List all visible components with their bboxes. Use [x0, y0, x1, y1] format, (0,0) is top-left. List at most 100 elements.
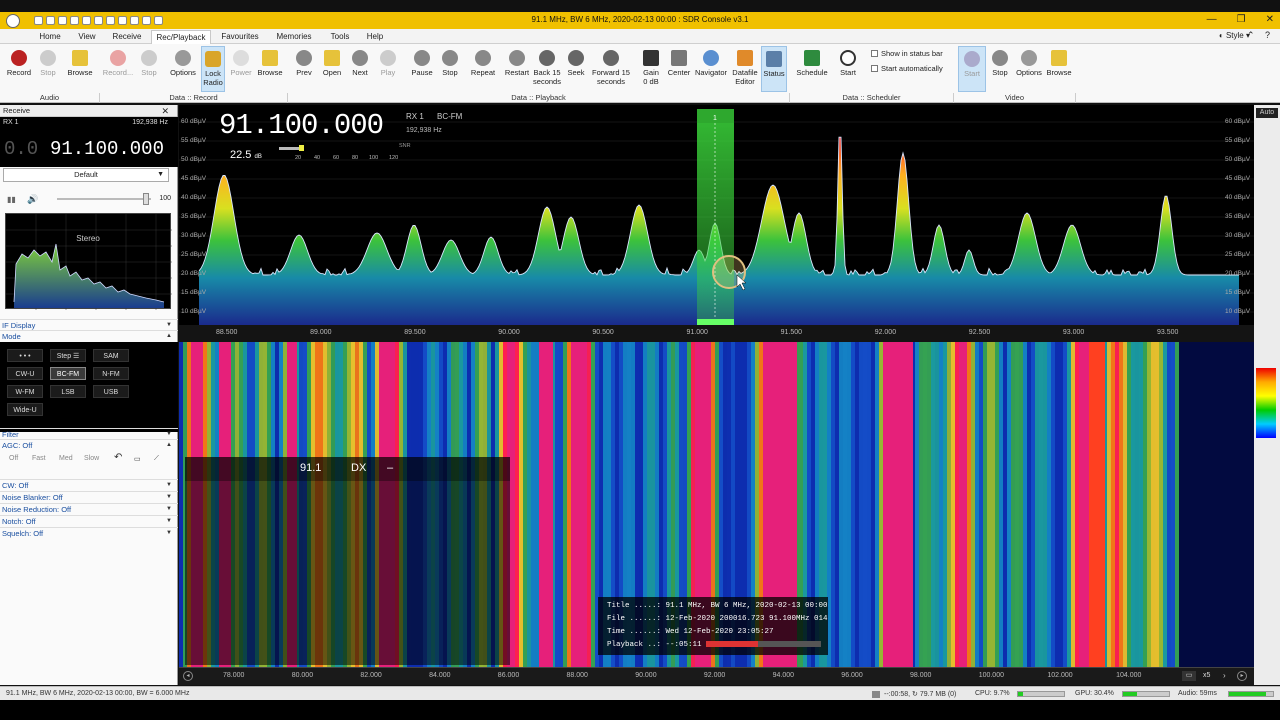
- mode-sam-button[interactable]: SAM: [93, 349, 129, 362]
- mode-more-button[interactable]: • • •: [7, 349, 43, 362]
- close-icon[interactable]: ✕: [161, 105, 169, 117]
- agc-med-button[interactable]: Med: [59, 455, 73, 462]
- close-button[interactable]: ✕: [1266, 14, 1274, 25]
- mode-lsb-button[interactable]: LSB: [50, 385, 86, 398]
- record-icon[interactable]: [106, 16, 115, 25]
- maximize-button[interactable]: ❐: [1237, 14, 1246, 25]
- playback-progress-bar[interactable]: [706, 641, 822, 648]
- mode-n-fm-button[interactable]: N-FM: [93, 367, 129, 380]
- data-record-button[interactable]: Record...: [102, 46, 134, 92]
- video-stop-button[interactable]: Stop: [988, 46, 1012, 92]
- video-start-button[interactable]: Start: [958, 46, 986, 92]
- tab-favourites[interactable]: Favourites: [216, 30, 264, 44]
- tab-view[interactable]: View: [72, 30, 102, 44]
- playback-stop-button[interactable]: Stop: [438, 46, 462, 92]
- style-menu[interactable]: ◐ Style ▾: [1219, 31, 1250, 40]
- waterfall-frequency-scale[interactable]: ◂ 78.000 80.000 82.000 84.000 86.000 88.000 90…: [179, 667, 1254, 685]
- mode-bc-fm-button[interactable]: BC-FM: [50, 367, 86, 380]
- pause-button[interactable]: Pause: [408, 46, 436, 92]
- navigator-button[interactable]: Navigator: [693, 46, 729, 92]
- zoom-level[interactable]: x5: [1203, 672, 1210, 679]
- preset-select[interactable]: Default ▼: [3, 168, 169, 182]
- grid-icon[interactable]: [142, 16, 151, 25]
- tab-home[interactable]: Home: [34, 30, 66, 44]
- datafile-editor-button[interactable]: Datafile Editor: [730, 46, 760, 92]
- center-button[interactable]: Center: [666, 46, 692, 92]
- mode-step-button[interactable]: Step ☰: [50, 349, 86, 362]
- back-15-button[interactable]: Back 15 seconds: [532, 46, 562, 92]
- auto-scale-button[interactable]: Auto: [1256, 108, 1278, 118]
- stop-icon[interactable]: [70, 16, 79, 25]
- undo-icon[interactable]: [154, 16, 163, 25]
- start-automatically-checkbox[interactable]: Start automatically: [871, 64, 943, 73]
- mode-cw-u-button[interactable]: CW-U: [7, 367, 43, 380]
- squelch-section[interactable]: Squelch: Off ▼: [0, 527, 178, 538]
- agc-section[interactable]: AGC: Off ▲: [0, 439, 178, 450]
- scroll-left-icon[interactable]: ◂: [183, 671, 193, 681]
- app-logo-icon[interactable]: [0, 12, 26, 29]
- data-record-options-button[interactable]: Options: [168, 46, 198, 92]
- data-record-browse-button[interactable]: Browse: [255, 46, 285, 92]
- globe-icon[interactable]: [82, 16, 91, 25]
- tab-memories[interactable]: Memories: [270, 30, 318, 44]
- if-display-section[interactable]: IF Display ▼: [0, 319, 178, 330]
- mode-section[interactable]: Mode ▲: [0, 330, 178, 341]
- vfo-display[interactable]: RX 1 192,938 Hz 0.0 91.100.000: [0, 117, 178, 167]
- forward-15-button[interactable]: Forward 15 seconds: [590, 46, 632, 92]
- show-in-status-bar-checkbox[interactable]: Show in status bar: [871, 49, 943, 58]
- cw-section[interactable]: CW: Off ▼: [0, 479, 178, 490]
- waterfall-color-scale[interactable]: [1256, 368, 1276, 438]
- schedule-button[interactable]: Schedule: [796, 46, 828, 92]
- power-button[interactable]: Power: [228, 46, 254, 92]
- agc-off-button[interactable]: Off: [9, 455, 18, 462]
- agc-fast-button[interactable]: Fast: [32, 455, 46, 462]
- notch-section[interactable]: Notch: Off ▼: [0, 515, 178, 526]
- chevron-right-icon[interactable]: ›: [1223, 671, 1226, 680]
- spectrum-display[interactable]: 1 91.100.000 RX 1 BC-FM 192,938 Hz 22.5 …: [179, 105, 1254, 342]
- scheduler-start-button[interactable]: Start: [835, 46, 861, 92]
- open-button[interactable]: Open: [320, 46, 344, 92]
- next-button[interactable]: Next: [348, 46, 372, 92]
- audio-browse-button[interactable]: Browse: [64, 46, 96, 92]
- volume-slider[interactable]: [57, 198, 151, 200]
- settings-icon[interactable]: [46, 16, 55, 25]
- mode-wide-u-button[interactable]: Wide-U: [7, 403, 43, 416]
- home-icon[interactable]: [34, 16, 43, 25]
- tab-rec-playback[interactable]: Rec/Playback: [151, 30, 211, 44]
- minimize-button[interactable]: —: [1207, 14, 1217, 25]
- spectrum-frequency-readout[interactable]: 91.100.000: [219, 109, 384, 142]
- frequency-readout[interactable]: 91.100.000: [50, 138, 164, 160]
- prev-button[interactable]: Prev: [292, 46, 316, 92]
- tab-tools[interactable]: Tools: [325, 30, 355, 44]
- noise-blanker-section[interactable]: Noise Blanker: Off ▼: [0, 491, 178, 502]
- gain-button[interactable]: Gain 0 dB: [638, 46, 664, 92]
- agc-slow-button[interactable]: Slow: [84, 455, 99, 462]
- graph-icon[interactable]: ⟋: [154, 455, 159, 463]
- audio-stop-button[interactable]: Stop: [34, 46, 62, 92]
- data-record-stop-button[interactable]: Stop: [136, 46, 162, 92]
- star-icon[interactable]: [94, 16, 103, 25]
- filter-section[interactable]: Filter ▼: [0, 428, 178, 439]
- tab-receive[interactable]: Receive: [108, 30, 146, 44]
- repeat-button[interactable]: Repeat: [468, 46, 498, 92]
- lock-radio-button[interactable]: Lock Radio: [201, 46, 225, 92]
- undo-icon[interactable]: ↶: [114, 452, 122, 463]
- restart-button[interactable]: Restart: [502, 46, 532, 92]
- level-icon[interactable]: ▭: [134, 455, 141, 463]
- mode-w-fm-button[interactable]: W-FM: [7, 385, 43, 398]
- audio-record-button[interactable]: Record: [4, 46, 34, 92]
- level-bars-icon[interactable]: ▮▮: [7, 195, 16, 204]
- play-button[interactable]: Play: [376, 46, 400, 92]
- tab-help[interactable]: Help: [362, 30, 388, 44]
- scroll-right-icon[interactable]: ▸: [1237, 671, 1247, 681]
- video-options-button[interactable]: Options: [1014, 46, 1044, 92]
- window-icon[interactable]: [118, 16, 127, 25]
- screenshot-icon[interactable]: ▭: [1182, 671, 1196, 681]
- receive-channel-band[interactable]: [697, 109, 734, 325]
- ribbon-options-icon[interactable]: ⌃ ?: [1247, 30, 1274, 41]
- mode-usb-button[interactable]: USB: [93, 385, 129, 398]
- volume-slider-handle[interactable]: [143, 193, 149, 205]
- chart-icon[interactable]: [130, 16, 139, 25]
- speaker-icon[interactable]: 🔊: [27, 194, 38, 205]
- status-button[interactable]: Status: [761, 46, 787, 92]
